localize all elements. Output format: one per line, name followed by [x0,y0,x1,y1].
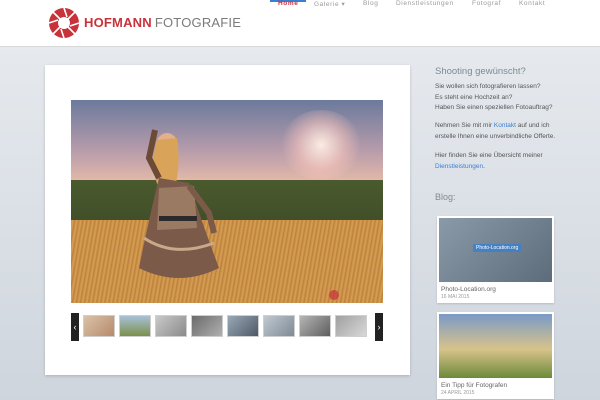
gallery-panel: ‹ › [45,65,410,375]
blog-card-date: 24 APRIL 2015 [441,390,475,396]
gallery-thumbnail-5[interactable] [227,315,259,337]
gallery-thumbnail-2[interactable] [119,315,151,337]
nav-item-galerie[interactable]: Galerie ▾ [314,0,345,8]
contact-link[interactable]: Kontakt [494,122,516,129]
blog-card[interactable]: Photo-Location.org Photo-Location.org 16… [437,216,554,303]
sidebar-intro-text: Sie wollen sich fotografieren lassen? Es… [435,82,595,114]
thumbnail-strip: ‹ › [71,313,383,341]
photo-sunlight [281,110,361,180]
blog-card-image-overlay: Photo-Location.org [473,244,522,252]
nav-item-home[interactable]: Home [278,0,298,7]
sidebar-services-text: Hier finden Sie eine Übersicht meiner Di… [435,151,595,172]
aperture-logo-icon[interactable] [48,7,80,39]
brand-name-bold: HOFMANN [84,15,152,30]
gallery-thumbnail-6[interactable] [263,315,295,337]
photo-model-figure [139,129,219,278]
sidebar-line-2: Es steht eine Hochzeit an? [435,93,513,101]
sidebar-contact-text: Nehmen Sie mit mir Kontakt auf und ich e… [435,121,595,142]
services-text-line-1: Hier finden Sie eine Übersicht meiner [435,152,543,159]
gallery-thumbnail-3[interactable] [155,315,187,337]
services-link[interactable]: Dienstleistungen [435,163,483,170]
nav-item-fotograf[interactable]: Fotograf [472,0,501,7]
photo-watermark-icon [329,290,339,300]
contact-text-pre: Nehmen Sie mit mir [435,122,494,129]
blog-card-image[interactable]: Photo-Location.org [439,218,552,282]
gallery-thumbnail-8[interactable] [335,315,367,337]
nav-item-kontakt[interactable]: Kontakt [519,0,545,7]
thumb-prev-button[interactable]: ‹ [71,313,79,341]
nav-item-dienstleistungen[interactable]: Dienstleistungen [396,0,454,7]
site-header: HOFMANN FOTOGRAFIE Home Galerie ▾ Blog Di… [0,0,600,47]
blog-heading: Blog: [435,192,456,202]
gallery-thumbnail-1[interactable] [83,315,115,337]
sidebar-line-1: Sie wollen sich fotografieren lassen? [435,83,541,90]
featured-photo[interactable] [71,100,383,303]
sidebar-title: Shooting gewünscht? [435,66,526,77]
services-text-post: . [483,162,485,170]
blog-card-image[interactable] [439,314,552,378]
blog-card-title[interactable]: Ein Tipp für Fotografen [437,380,554,389]
gallery-thumbnail-7[interactable] [299,315,331,337]
brand-name-light: FOTOGRAFIE [154,15,242,30]
contact-text-post: auf und ich [515,122,550,129]
thumb-next-button[interactable]: › [375,313,383,341]
nav-item-blog[interactable]: Blog [363,0,378,7]
sidebar-line-3: Haben Sie einen speziellen Fotoauftrag? [435,104,553,111]
contact-text-line-2: erstelle Ihnen eine unverbindliche Offer… [435,132,556,140]
blog-card[interactable]: Ein Tipp für Fotografen 24 APRIL 2015 [437,312,554,399]
blog-card-title[interactable]: Photo-Location.org [437,284,554,293]
blog-card-date: 16 MAI 2015 [441,294,470,300]
brand-wordmark[interactable]: HOFMANN FOTOGRAFIE [84,15,241,30]
gallery-thumbnail-4[interactable] [191,315,223,337]
